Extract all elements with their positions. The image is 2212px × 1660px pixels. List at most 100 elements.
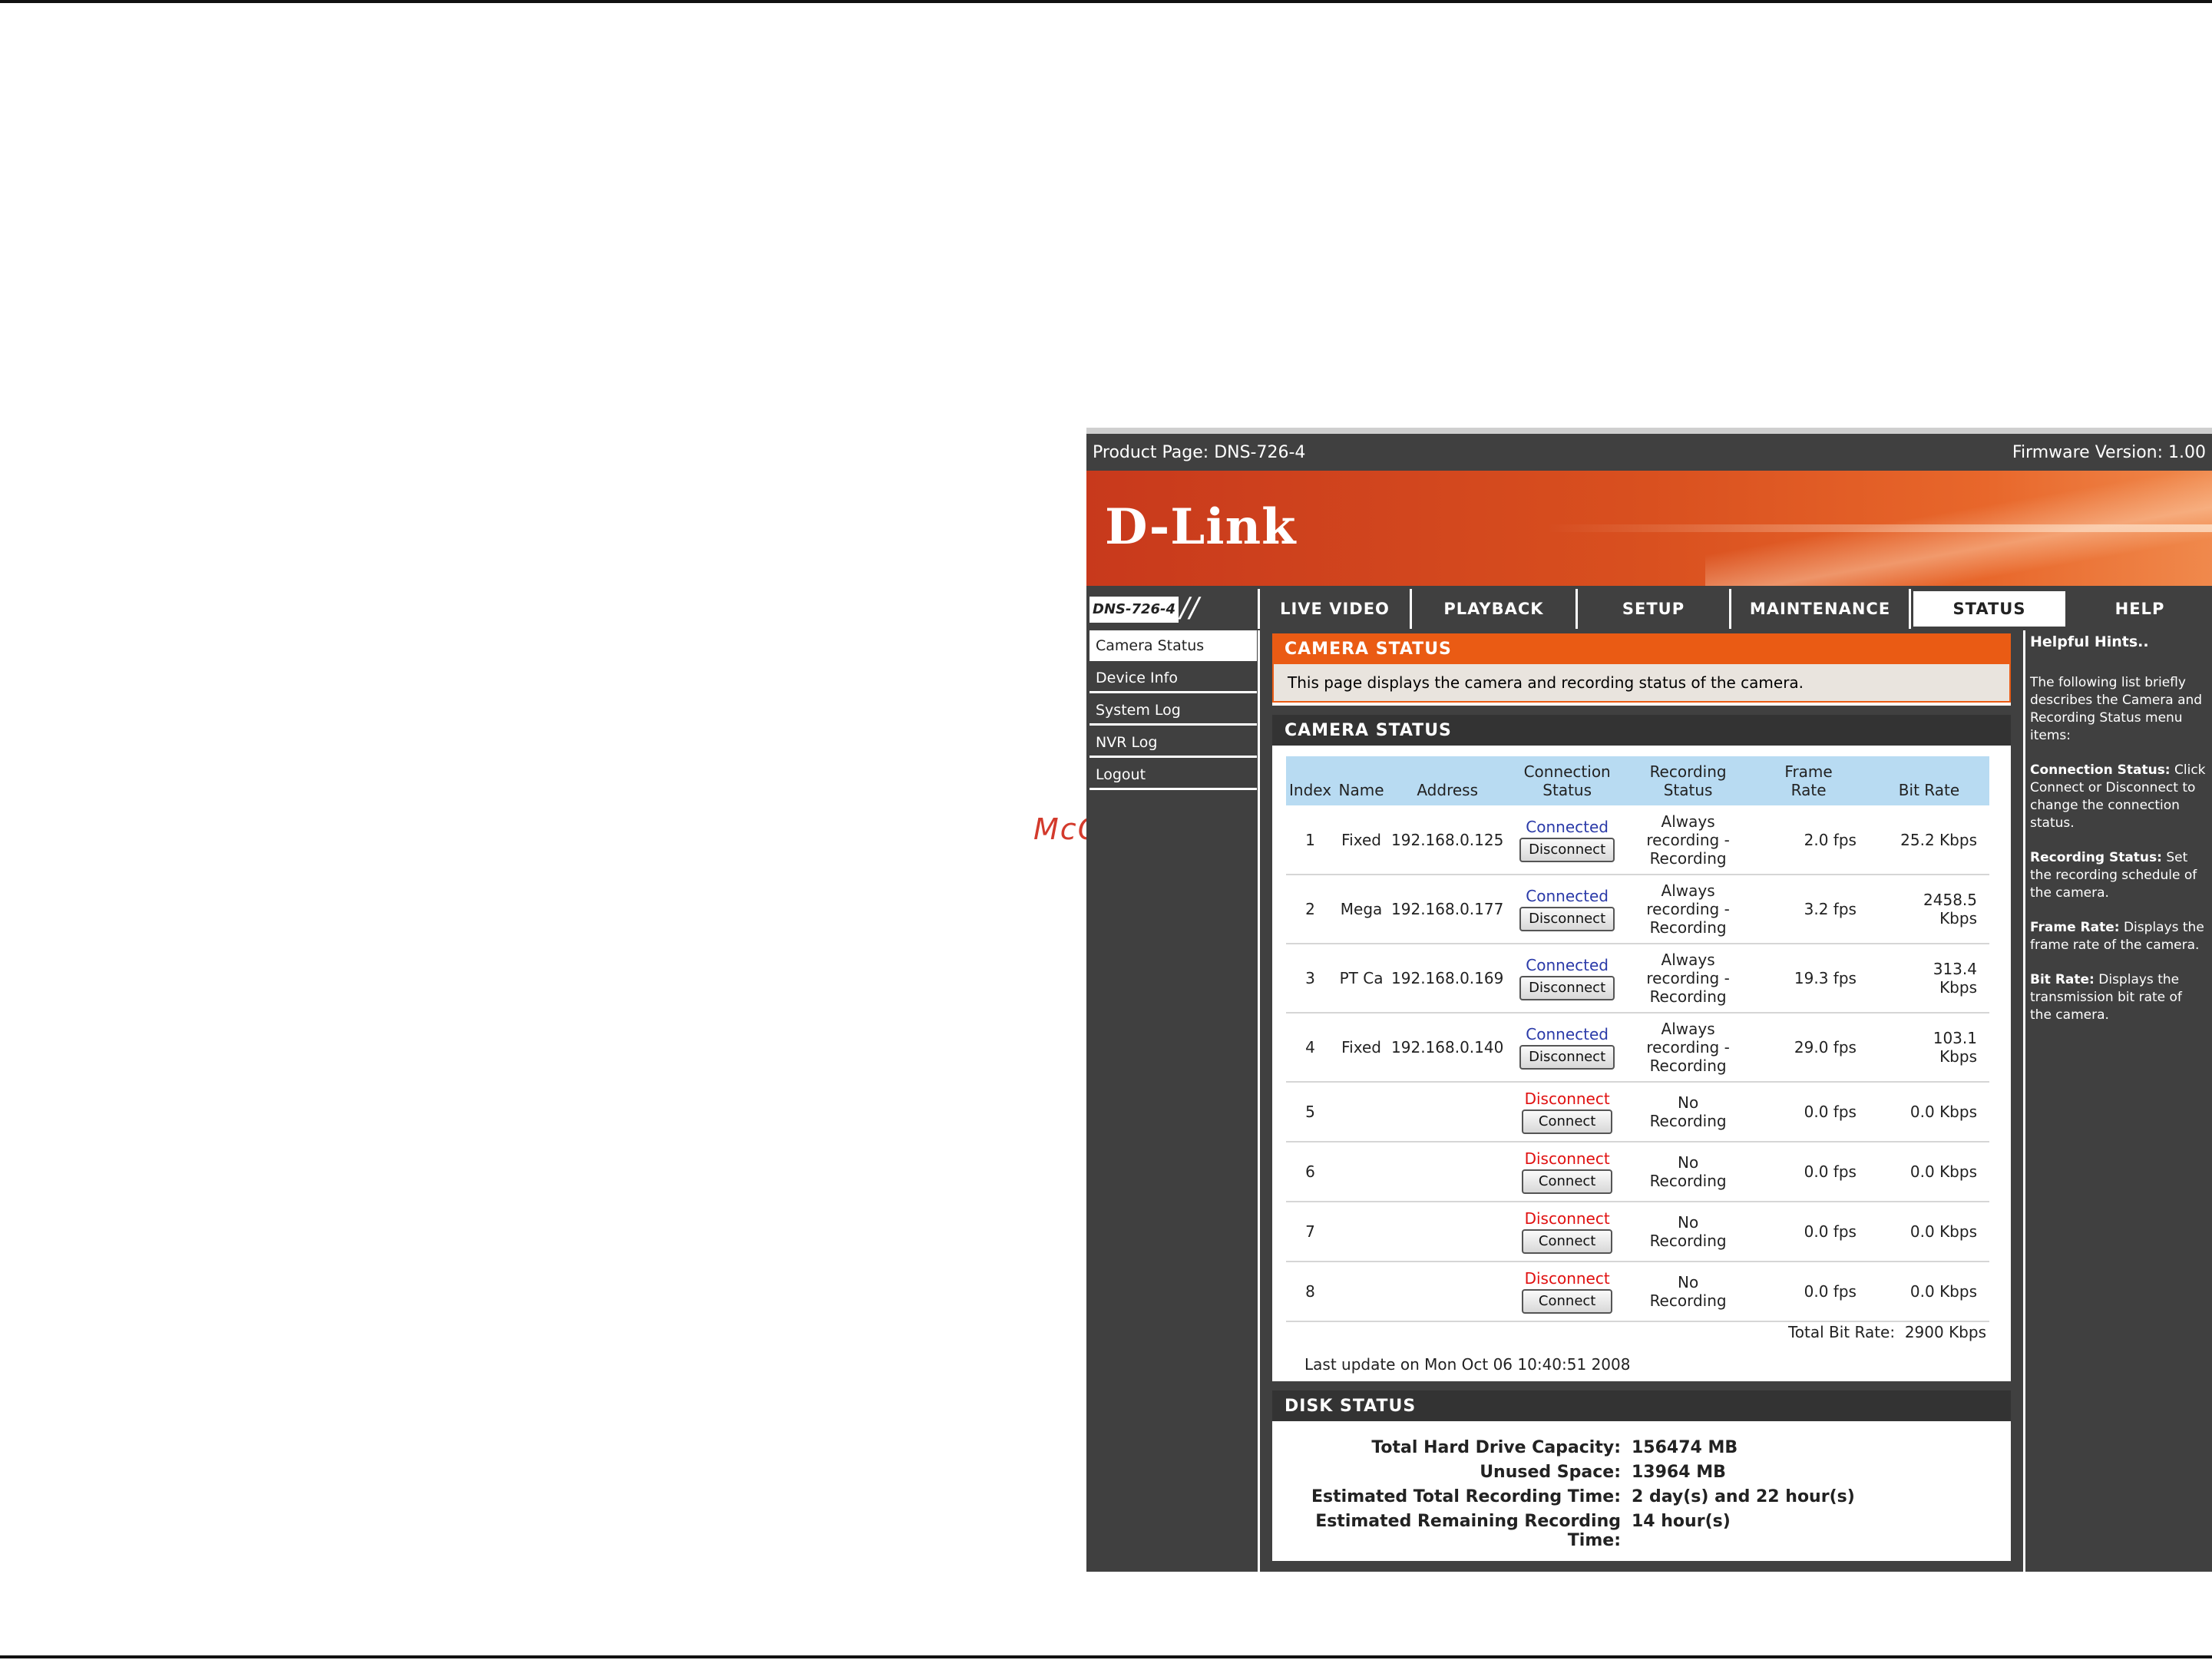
disk-status-section: DISK STATUS Total Hard Drive Capacity: 15… [1271, 1389, 2012, 1562]
sidebar-item-nvr-log[interactable]: NVR Log [1089, 727, 1257, 758]
col-connection-line2: Status [1542, 781, 1592, 799]
model-name: DNS-726-4 [1089, 597, 1179, 623]
table-row: 8 Disconnect Connect No Recording 0.0 fps … [1286, 1262, 1989, 1322]
cell-index: 6 [1286, 1142, 1335, 1202]
hint-term: Frame Rate: [2030, 920, 2120, 935]
total-bit-rate-value: 2900 Kbps [1904, 1323, 1986, 1341]
table-row: 1 Fixed 192.168.0.125 Connected Disconnec… [1286, 805, 1989, 875]
total-bit-rate: Total Bit Rate: 2900 Kbps [1788, 1323, 1986, 1341]
recording-line1: No [1677, 1273, 1699, 1291]
col-recording-status: Recording Status [1627, 756, 1749, 805]
cell-connection: Connected Disconnect [1506, 805, 1628, 875]
connection-status-text: Connected [1526, 817, 1609, 836]
cell-frame-rate: 29.0 fps [1748, 1013, 1869, 1083]
cell-index: 7 [1286, 1202, 1335, 1262]
recording-line2: Recording [1649, 1172, 1727, 1190]
table-header: Index Name Address Connection Status Reco… [1286, 756, 1989, 805]
col-connection-line1: Connection [1523, 762, 1611, 781]
disconnect-button[interactable]: Disconnect [1519, 1045, 1615, 1070]
connect-button[interactable]: Connect [1522, 1229, 1613, 1254]
disk-row-total-time: Estimated Total Recording Time: 2 day(s) … [1272, 1487, 2014, 1512]
cell-name [1334, 1202, 1389, 1262]
connect-button[interactable]: Connect [1522, 1169, 1613, 1194]
cell-recording[interactable]: Always recording - Recording [1627, 944, 1749, 1014]
disconnect-button[interactable]: Disconnect [1519, 907, 1615, 931]
recording-line1: No [1677, 1153, 1699, 1172]
sidebar-item-device-info[interactable]: Device Info [1089, 663, 1257, 693]
disconnect-button[interactable]: Disconnect [1519, 976, 1615, 1000]
tab-maintenance[interactable]: MAINTENANCE [1731, 589, 1911, 629]
cell-recording[interactable]: Always recording - Recording [1627, 1013, 1749, 1083]
recording-line2: recording - [1646, 969, 1730, 987]
connection-status-text: Disconnect [1524, 1269, 1610, 1288]
disk-status-title: DISK STATUS [1272, 1390, 2011, 1421]
cell-bit-rate: 313.4 Kbps [1868, 944, 1989, 1014]
hint-connection-status: Connection Status: Click Connect or Disc… [2030, 762, 2207, 832]
connection-status-text: Disconnect [1524, 1090, 1610, 1108]
sidebar-item-system-log[interactable]: System Log [1089, 695, 1257, 726]
cell-bit-rate: 0.0 Kbps [1868, 1202, 1989, 1262]
connection-status-text: Disconnect [1524, 1149, 1610, 1168]
cell-bit-rate: 2458.5 Kbps [1868, 875, 1989, 944]
connection-status-text: Connected [1526, 887, 1609, 905]
col-address: Address [1388, 756, 1507, 805]
cell-recording[interactable]: No Recording [1627, 1082, 1749, 1142]
dlink-web-ui: Product Page: DNS-726-4 Firmware Version… [1086, 428, 2212, 1572]
cell-address [1388, 1142, 1507, 1202]
firmware-version: Firmware Version: 1.00 [2012, 443, 2206, 462]
hint-bit-rate: Bit Rate: Displays the transmission bit … [2030, 971, 2207, 1024]
cell-address: 192.168.0.177 [1388, 875, 1507, 944]
cell-name: Mega [1334, 875, 1389, 944]
cell-frame-rate: 0.0 fps [1748, 1262, 1869, 1322]
cell-recording[interactable]: Always recording - Recording [1627, 805, 1749, 875]
disconnect-button[interactable]: Disconnect [1519, 837, 1615, 862]
cell-recording[interactable]: No Recording [1627, 1262, 1749, 1322]
bit-rate-line1: 25.2 Kbps [1900, 830, 1977, 849]
sidebar-item-camera-status[interactable]: Camera Status [1089, 630, 1257, 661]
camera-status-title: CAMERA STATUS [1272, 715, 2011, 746]
recording-line2: recording - [1646, 900, 1730, 918]
disk-row-capacity: Total Hard Drive Capacity: 156474 MB [1272, 1438, 2014, 1463]
cell-index: 8 [1286, 1262, 1335, 1322]
cell-frame-rate: 0.0 fps [1748, 1202, 1869, 1262]
recording-line2: Recording [1649, 1291, 1727, 1310]
cell-recording[interactable]: No Recording [1627, 1202, 1749, 1262]
col-frame-rate: Frame Rate [1748, 756, 1869, 805]
cell-connection: Disconnect Connect [1506, 1262, 1628, 1322]
tab-live-video[interactable]: LIVE VIDEO [1260, 589, 1412, 629]
top-rule [0, 0, 2212, 3]
recording-line1: Always [1661, 881, 1715, 900]
col-connection-status: Connection Status [1506, 756, 1628, 805]
connect-button[interactable]: Connect [1522, 1109, 1613, 1134]
table-row: 3 PT Ca 192.168.0.169 Connected Disconnec… [1286, 944, 1989, 1014]
sidebar-item-logout[interactable]: Logout [1089, 759, 1257, 790]
col-recording-line1: Recording [1649, 762, 1727, 781]
bit-rate-line1: 2458.5 [1923, 891, 1977, 909]
tab-playback[interactable]: PLAYBACK [1412, 589, 1578, 629]
recording-line2: Recording [1649, 1112, 1727, 1130]
intro-title: CAMERA STATUS [1272, 633, 2011, 664]
connect-button[interactable]: Connect [1522, 1289, 1613, 1314]
cell-connection: Disconnect Connect [1506, 1142, 1628, 1202]
tab-help[interactable]: HELP [2068, 589, 2212, 629]
cell-recording[interactable]: Always recording - Recording [1627, 875, 1749, 944]
tab-status[interactable]: STATUS [1911, 589, 2068, 629]
cell-name [1334, 1262, 1389, 1322]
col-frame-line1: Frame [1784, 762, 1833, 781]
disk-value: 2 day(s) and 22 hour(s) [1632, 1487, 1855, 1506]
cell-connection: Connected Disconnect [1506, 875, 1628, 944]
disk-label: Total Hard Drive Capacity: [1371, 1438, 1621, 1457]
cell-address: 192.168.0.169 [1388, 944, 1507, 1014]
disk-value: 13964 MB [1632, 1463, 1726, 1482]
disk-row-unused: Unused Space: 13964 MB [1272, 1463, 2014, 1487]
recording-line1: Always [1661, 812, 1715, 831]
tab-setup[interactable]: SETUP [1578, 589, 1731, 629]
cell-bit-rate: 0.0 Kbps [1868, 1082, 1989, 1142]
cell-recording[interactable]: No Recording [1627, 1142, 1749, 1202]
hint-frame-rate: Frame Rate: Displays the frame rate of t… [2030, 919, 2207, 954]
hints-intro: The following list briefly describes the… [2030, 675, 2203, 743]
bit-rate-line1: 313.4 [1933, 960, 1977, 978]
table-row: 4 Fixed 192.168.0.140 Connected Disconnec… [1286, 1013, 1989, 1083]
col-recording-line2: Status [1663, 781, 1713, 799]
cell-address [1388, 1262, 1507, 1322]
